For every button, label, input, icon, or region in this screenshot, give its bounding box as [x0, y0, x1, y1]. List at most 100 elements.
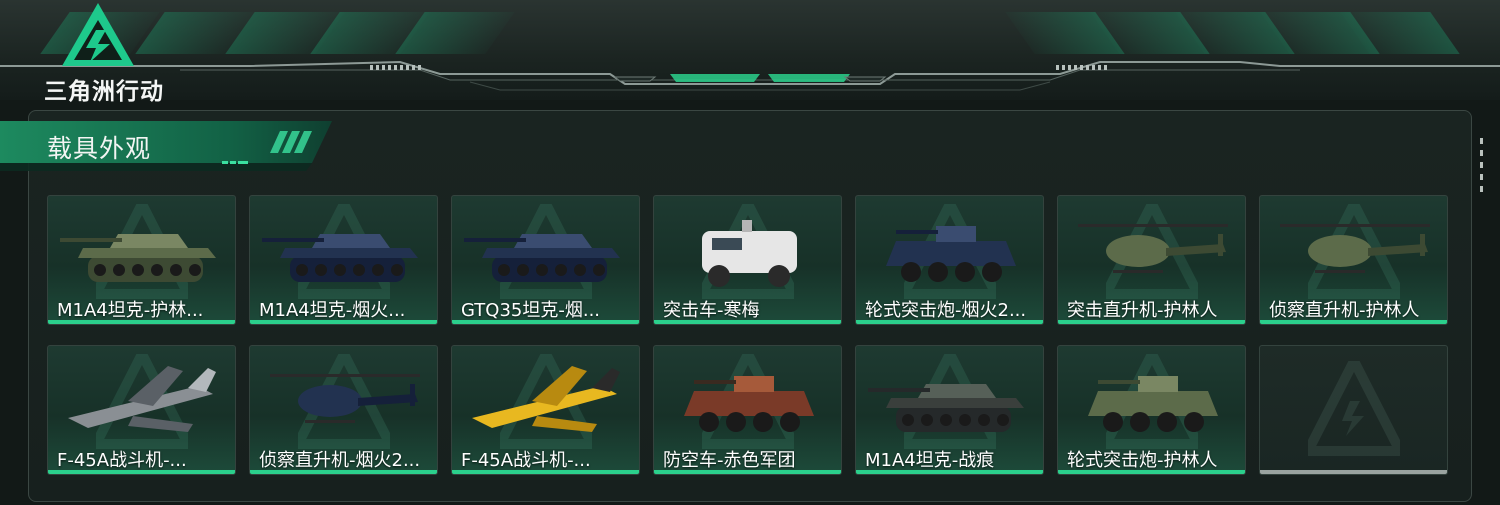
jet-tail	[188, 368, 216, 392]
vehicle-label: 轮式突击炮-护林人	[1067, 450, 1218, 471]
tank-wheel	[940, 414, 952, 426]
truck-wheel	[768, 265, 790, 287]
rotor	[1078, 224, 1228, 227]
vehicle-card[interactable]: F-45A战斗机-...	[451, 345, 640, 475]
vehicle-card[interactable]: GTQ35坦克-烟...	[451, 195, 640, 325]
tank-wheel	[997, 414, 1009, 426]
tank-hull	[78, 248, 216, 258]
vehicle-image	[886, 226, 1016, 282]
truck-turret	[742, 220, 752, 232]
tank-wheel	[353, 264, 365, 276]
tank-barrel	[60, 238, 122, 242]
vehicle-jet	[472, 366, 620, 432]
apc-wheel	[753, 412, 773, 432]
vehicle-label: M1A4坦克-护林...	[57, 300, 204, 321]
tank-wheel	[296, 264, 308, 276]
tank-wheel	[94, 264, 106, 276]
rarity-bar	[654, 470, 841, 474]
brand-name: 三角洲行动	[44, 79, 164, 105]
vehicle-card[interactable]: 突击直升机-护林人	[1057, 195, 1246, 325]
vehicle-helicopter	[1280, 224, 1430, 273]
rotor	[1280, 224, 1430, 227]
vehicle-image	[60, 234, 216, 282]
jet-wing	[128, 416, 193, 432]
vehicle-helicopter	[1078, 224, 1228, 273]
apc-wheel	[901, 262, 921, 282]
delta-watermark-icon	[1308, 361, 1400, 456]
jet-tail	[592, 368, 620, 392]
rarity-bar	[856, 470, 1043, 474]
rarity-bar	[452, 320, 639, 324]
vehicle-image	[472, 366, 620, 432]
heli-tail	[1166, 244, 1226, 256]
vehicle-card[interactable]: F-45A战斗机-...	[47, 345, 236, 475]
vehicle-card[interactable]: M1A4坦克-护林...	[47, 195, 236, 325]
rarity-bar	[250, 470, 437, 474]
tank-barrel	[262, 238, 324, 242]
tank-barrel	[868, 388, 930, 392]
tank-wheel	[959, 414, 971, 426]
heli-body	[1308, 235, 1372, 267]
vehicle-apc	[886, 226, 1016, 282]
apc-turret	[734, 376, 774, 392]
vehicle-card[interactable]: 防空车-赤色军团	[653, 345, 842, 475]
vehicle-label: 轮式突击炮-烟火2...	[865, 300, 1027, 321]
vehicle-card[interactable]: M1A4坦克-烟火...	[249, 195, 438, 325]
rarity-bar	[48, 320, 235, 324]
tank-wheel	[574, 264, 586, 276]
tank-wheel	[391, 264, 403, 276]
vehicle-card[interactable]: 轮式突击炮-护林人	[1057, 345, 1246, 475]
vehicle-image	[1280, 224, 1430, 273]
jet-wing	[532, 416, 597, 432]
vehicle-image	[262, 234, 418, 282]
vehicle-image	[270, 374, 420, 423]
apc-turret	[936, 226, 976, 242]
apc-hull	[1088, 391, 1218, 416]
vehicle-tank	[464, 234, 620, 282]
vehicle-tank	[60, 234, 216, 282]
vehicle-label: M1A4坦克-战痕	[865, 450, 995, 471]
apc-wheel	[1103, 412, 1123, 432]
vehicle-label: 突击直升机-护林人	[1067, 300, 1218, 321]
vehicle-card[interactable]: 轮式突击炮-烟火2...	[855, 195, 1044, 325]
apc-wheel	[780, 412, 800, 432]
tank-wheel	[498, 264, 510, 276]
apc-gun	[694, 380, 736, 384]
vehicle-label: F-45A战斗机-...	[57, 450, 187, 471]
tank-wheel	[536, 264, 548, 276]
tank-wheel	[315, 264, 327, 276]
vehicle-image	[1088, 376, 1218, 432]
vehicle-card[interactable]: 侦察直升机-烟火2...	[249, 345, 438, 475]
apc-gun	[1098, 380, 1140, 384]
header-frame-lines	[0, 60, 1500, 91]
vehicle-card[interactable]: 突击车-寒梅	[653, 195, 842, 325]
tank-hull	[280, 248, 418, 258]
tank-barrel	[464, 238, 526, 242]
apc-wheel	[699, 412, 719, 432]
vehicle-card[interactable]: M1A4坦克-战痕	[855, 345, 1044, 475]
heli-fin	[1218, 234, 1223, 256]
heli-skid	[305, 420, 355, 423]
vehicle-label: M1A4坦克-烟火...	[259, 300, 406, 321]
rarity-bar	[1058, 320, 1245, 324]
vehicle-image	[868, 384, 1024, 432]
rarity-bar	[1260, 470, 1447, 474]
tank-wheel	[372, 264, 384, 276]
scroll-indicator[interactable]	[1480, 138, 1484, 198]
apc-wheel	[1184, 412, 1204, 432]
tank-wheel	[334, 264, 346, 276]
truck-window	[712, 238, 742, 250]
tank-wheel	[555, 264, 567, 276]
tank-wheel	[189, 264, 201, 276]
empty-vehicle-slot[interactable]	[1259, 345, 1448, 475]
rarity-bar	[1260, 320, 1447, 324]
tank-wheel	[132, 264, 144, 276]
vehicle-label: GTQ35坦克-烟...	[461, 300, 601, 321]
vehicle-image	[68, 366, 216, 432]
heli-body	[298, 385, 362, 417]
heli-fin	[1420, 234, 1425, 256]
vehicle-tank	[262, 234, 418, 282]
vehicle-card[interactable]: 侦察直升机-护林人	[1259, 195, 1448, 325]
apc-hull	[684, 391, 814, 416]
heli-tail	[358, 394, 418, 406]
